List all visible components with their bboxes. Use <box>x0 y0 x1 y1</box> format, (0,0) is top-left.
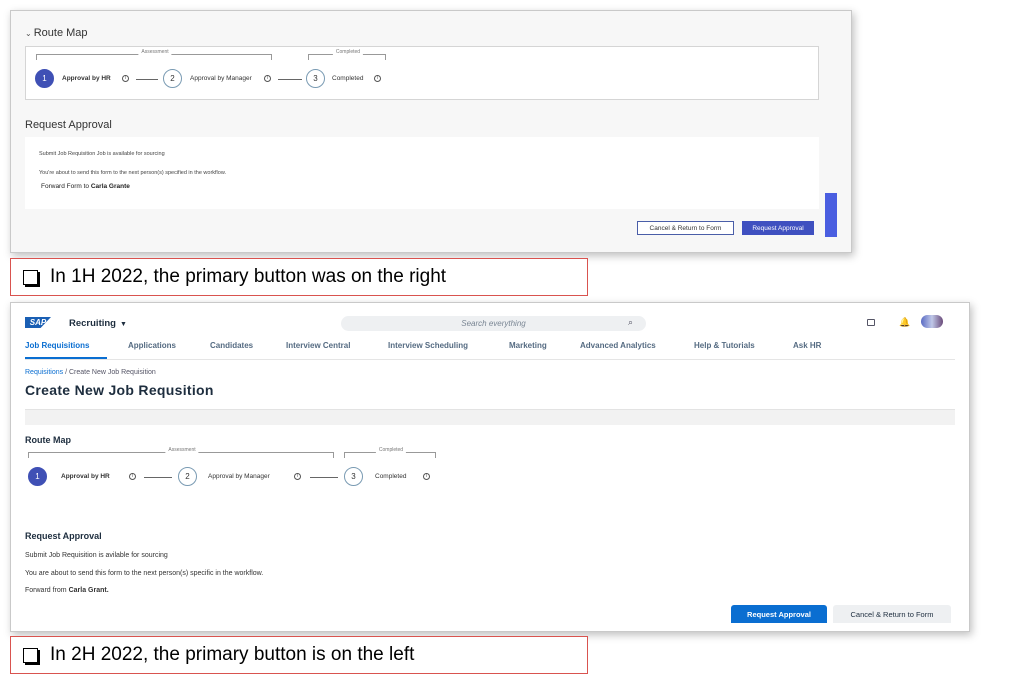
page-title: Create New Job Requsition <box>25 382 214 398</box>
step-1-circle[interactable]: 1 <box>28 467 47 486</box>
step-2-circle[interactable]: 2 <box>163 69 182 88</box>
info-icon[interactable]: i <box>294 473 301 480</box>
tab-advanced-analytics[interactable]: Advanced Analytics <box>580 341 656 350</box>
bell-icon[interactable]: 🔔 <box>899 317 910 328</box>
request-approval-title: Request Approval <box>25 119 112 131</box>
avatar[interactable] <box>921 315 943 328</box>
tab-candidates[interactable]: Candidates <box>210 341 253 350</box>
caption-text: In 1H 2022, the primary button was on th… <box>50 266 447 287</box>
workflow-text: You are about to send this form to the n… <box>25 570 264 577</box>
request-approval-panel: Submit Job Requisition Job is available … <box>25 137 819 209</box>
search-icon[interactable]: ⌕ <box>628 317 633 328</box>
forward-form-text: Forward from Carla Grant. <box>25 587 109 594</box>
chat-icon[interactable] <box>867 319 875 326</box>
request-approval-title: Request Approval <box>25 531 102 541</box>
step-connector <box>278 79 302 80</box>
tab-job-requisitions[interactable]: Job Requisitions <box>25 341 89 350</box>
request-approval-button[interactable]: Request Approval <box>731 605 827 623</box>
request-approval-button[interactable]: Request Approval <box>742 221 814 235</box>
step-1-label: Approval by HR <box>61 473 110 480</box>
tab-help-tutorials[interactable]: Help & Tutorials <box>694 341 755 350</box>
caret-down-icon: ▼ <box>119 321 127 328</box>
requisition-status-text: Submit Job Requisition is avilable for s… <box>25 552 168 559</box>
tab-interview-scheduling[interactable]: Interview Scheduling <box>388 341 468 350</box>
step-1-label: Approval by HR <box>62 75 111 82</box>
info-icon[interactable]: i <box>374 75 381 82</box>
workflow-text: You're about to send this form to the ne… <box>39 170 227 176</box>
bracket-label: Assessment <box>138 49 172 55</box>
bracket-label: Completed <box>375 447 407 453</box>
screenshot-2h-2022: SAP Recruiting ▼ Search everything ⌕ 🔔 Jo… <box>10 302 970 632</box>
assessment-bracket: Assessment <box>36 49 272 60</box>
step-2-circle[interactable]: 2 <box>178 467 197 486</box>
requisition-status-text: Submit Job Requisition Job is available … <box>39 151 165 157</box>
forward-recipient: Carla Grante <box>90 183 130 190</box>
info-icon[interactable]: i <box>122 75 129 82</box>
caption-2h-2022: In 2H 2022, the primary button is on the… <box>10 636 588 674</box>
breadcrumb-current: / Create New Job Requisition <box>63 369 156 376</box>
step-connector <box>310 477 338 478</box>
step-3-label: Completed <box>332 75 364 82</box>
app-switcher[interactable]: Recruiting ▼ <box>69 318 127 329</box>
caption-text: In 2H 2022, the primary button is on the… <box>50 644 415 665</box>
checkbox-icon <box>23 647 38 663</box>
info-icon[interactable]: i <box>264 75 271 82</box>
assessment-bracket: Assessment <box>28 447 334 458</box>
route-map-title: Route Map <box>25 435 71 445</box>
step-connector <box>144 477 172 478</box>
step-3-circle[interactable]: 3 <box>306 69 325 88</box>
tab-ask-hr[interactable]: Ask HR <box>793 341 821 350</box>
forward-recipient: Carla Grant. <box>68 587 109 594</box>
forward-form-text: Forward Form to Carla Grante <box>41 183 130 190</box>
checkbox-icon <box>23 269 38 285</box>
step-2-label: Approval by Manager <box>190 75 252 82</box>
screenshot-1h-2022: ⌄ Route Map Assessment Completed 1 Approv… <box>10 10 852 253</box>
step-1-circle[interactable]: 1 <box>35 69 54 88</box>
breadcrumb: Requisitions / Create New Job Requisitio… <box>25 369 156 376</box>
side-feedback-tab[interactable] <box>825 193 837 237</box>
caption-1h-2022: In 1H 2022, the primary button was on th… <box>10 258 588 296</box>
tab-interview-central[interactable]: Interview Central <box>286 341 350 350</box>
step-3-circle[interactable]: 3 <box>344 467 363 486</box>
completed-bracket: Completed <box>344 447 436 458</box>
tab-applications[interactable]: Applications <box>128 341 176 350</box>
route-map-panel: Assessment Completed 1 Approval by HR i … <box>25 46 819 100</box>
info-icon[interactable]: i <box>423 473 430 480</box>
step-connector <box>136 79 158 80</box>
completed-bracket: Completed <box>308 49 386 60</box>
search-input[interactable]: Search everything <box>341 316 646 331</box>
step-3-label: Completed <box>375 473 407 480</box>
tab-marketing[interactable]: Marketing <box>509 341 547 350</box>
cancel-return-button[interactable]: Cancel & Return to Form <box>637 221 734 235</box>
route-map-title: ⌄ Route Map <box>25 27 88 39</box>
bracket-label: Assessment <box>165 447 199 453</box>
sap-logo[interactable]: SAP <box>25 317 51 328</box>
bracket-label: Completed <box>332 49 364 55</box>
nav-divider <box>25 359 955 360</box>
cancel-return-button[interactable]: Cancel & Return to Form <box>833 605 951 623</box>
section-divider <box>25 409 955 425</box>
step-2-label: Approval by Manager <box>208 473 270 480</box>
breadcrumb-link[interactable]: Requisitions <box>25 369 63 376</box>
chevron-down-icon[interactable]: ⌄ <box>25 29 32 38</box>
info-icon[interactable]: i <box>129 473 136 480</box>
